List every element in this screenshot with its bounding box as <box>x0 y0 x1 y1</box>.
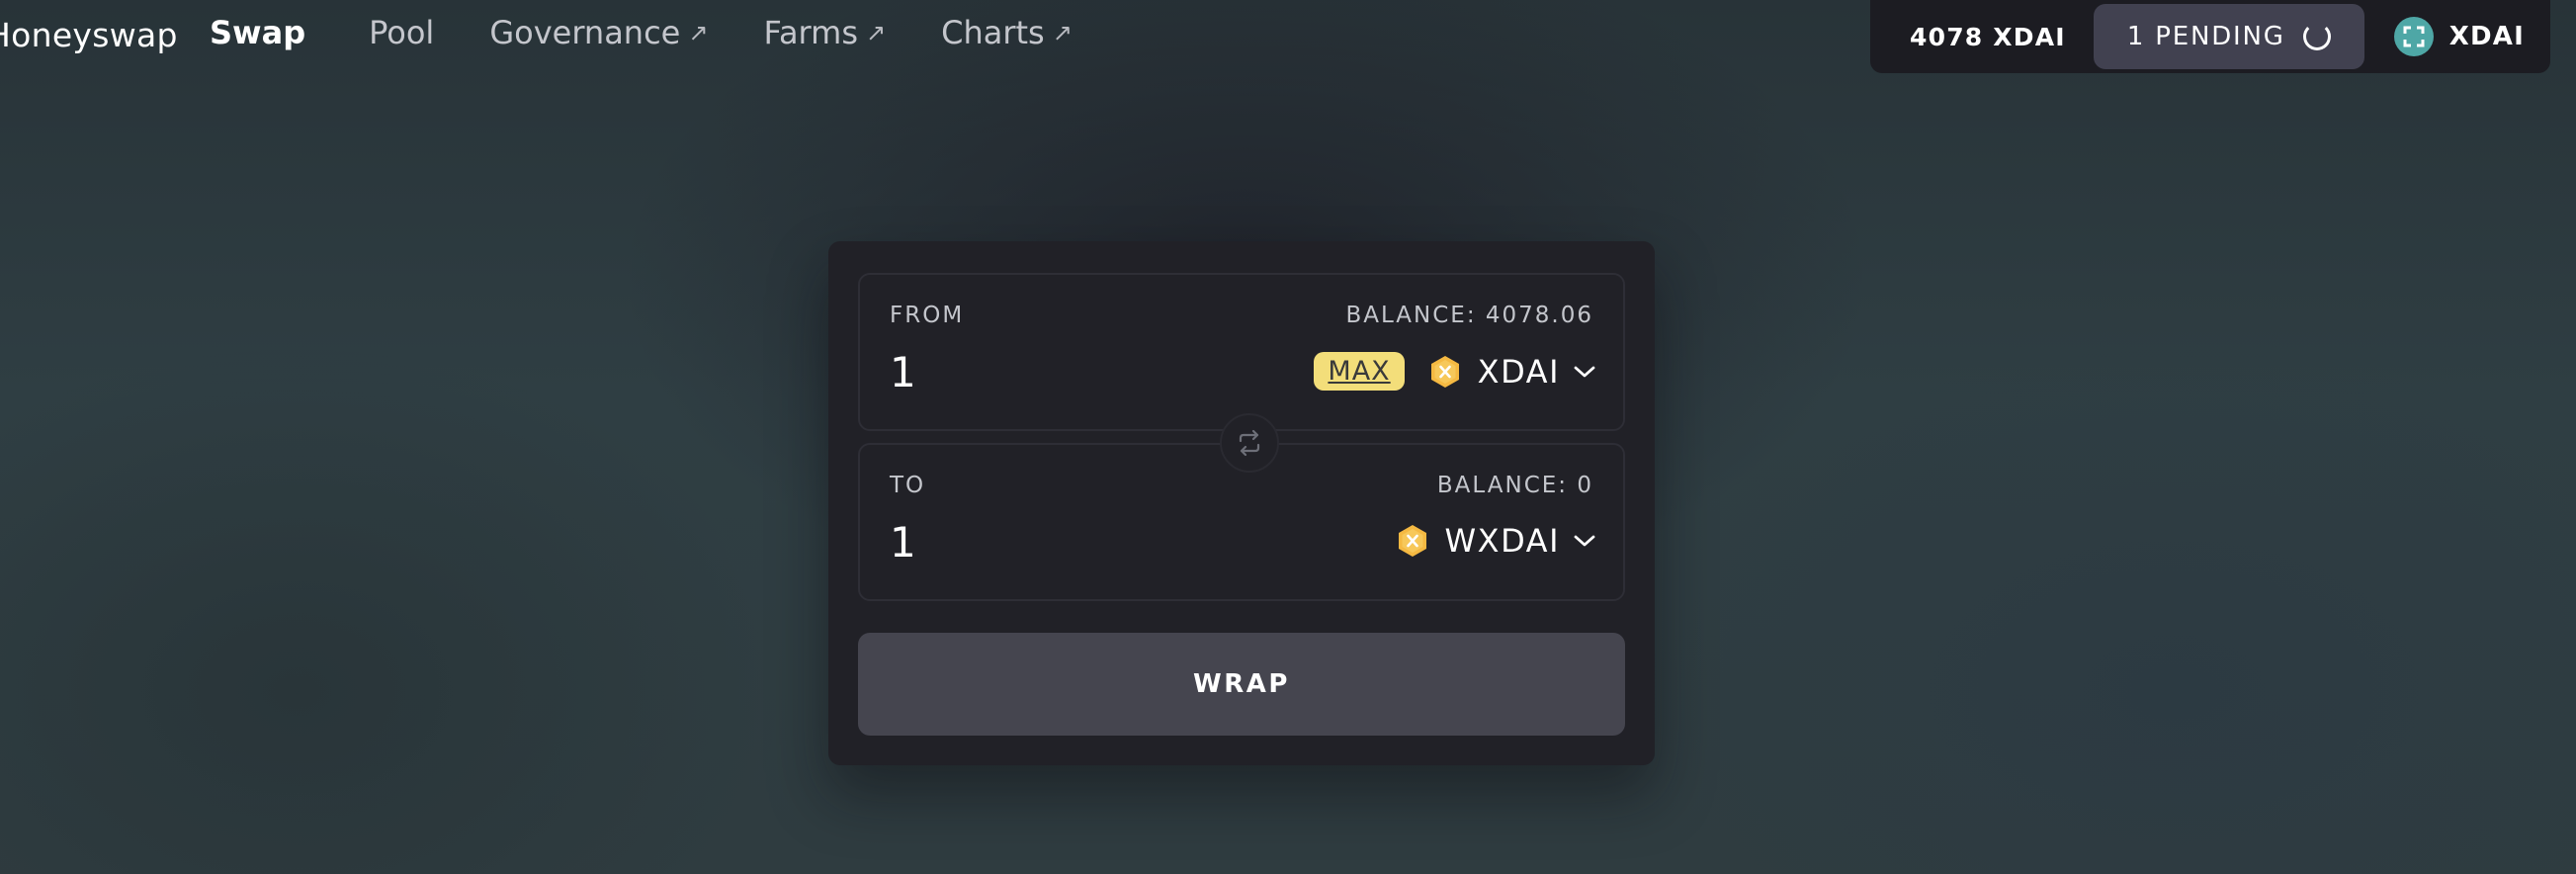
to-amount-input[interactable] <box>890 514 1186 569</box>
network-label: XDAI <box>2448 22 2525 51</box>
account-bar: 4078 XDAI 1 PENDING XDAI <box>1870 0 2550 73</box>
nav-pool-label: Pool <box>369 14 435 51</box>
external-link-icon: ↗ <box>865 19 887 46</box>
switch-tokens-button[interactable] <box>1220 413 1279 473</box>
xdai-network-icon <box>2393 17 2434 56</box>
main-nav: Swap Pool Governance ↗ Farms ↗ Charts ↗ <box>210 14 1128 51</box>
to-token-row: WXDAI <box>1398 522 1595 560</box>
from-label: FROM <box>890 303 965 328</box>
wrap-button-label: WRAP <box>1193 669 1290 699</box>
from-panel: FROM BALANCE: 4078.06 MAX XDAI <box>858 273 1625 431</box>
swap-arrows-icon <box>1239 429 1260 457</box>
from-amount-input[interactable] <box>890 344 1186 399</box>
external-link-icon: ↗ <box>1052 19 1073 46</box>
from-balance: BALANCE: 4078.06 <box>1345 303 1593 328</box>
logo-text: Honeyswap <box>0 16 178 54</box>
to-token-label: WXDAI <box>1444 522 1560 560</box>
nav-swap-label: Swap <box>210 14 306 51</box>
xdai-token-icon <box>1430 355 1459 388</box>
to-token-select[interactable]: WXDAI <box>1398 522 1595 560</box>
from-token-select[interactable]: XDAI <box>1430 353 1595 391</box>
chevron-down-icon <box>1574 366 1595 377</box>
max-button[interactable]: MAX <box>1314 352 1405 391</box>
nav-swap[interactable]: Swap <box>210 14 305 51</box>
loading-spinner-icon <box>2302 23 2331 50</box>
account-balance: 4078 XDAI <box>1910 22 2066 51</box>
nav-pool[interactable]: Pool <box>369 14 434 51</box>
from-token-row: MAX XDAI <box>1314 352 1595 391</box>
nav-governance-label: Governance <box>489 14 681 51</box>
to-label: TO <box>890 473 926 498</box>
from-token-label: XDAI <box>1477 352 1560 391</box>
swap-card: FROM BALANCE: 4078.06 MAX XDAI TO BALANC… <box>828 241 1655 765</box>
pending-transactions-button[interactable]: 1 PENDING <box>2093 4 2364 69</box>
nav-farms-label: Farms <box>763 14 858 51</box>
pending-label: 1 PENDING <box>2126 22 2285 51</box>
nav-charts[interactable]: Charts ↗ <box>941 14 1073 51</box>
wxdai-token-icon <box>1398 525 1426 557</box>
external-link-icon: ↗ <box>688 19 709 46</box>
wrap-button[interactable]: WRAP <box>858 633 1625 736</box>
nav-charts-label: Charts <box>941 14 1045 51</box>
chevron-down-icon <box>1574 535 1595 547</box>
nav-farms[interactable]: Farms ↗ <box>763 14 886 51</box>
nav-governance[interactable]: Governance ↗ <box>489 14 708 51</box>
network-button[interactable]: XDAI <box>2393 17 2525 56</box>
app-logo[interactable]: Honeyswap <box>0 16 178 54</box>
to-balance: BALANCE: 0 <box>1436 473 1593 498</box>
